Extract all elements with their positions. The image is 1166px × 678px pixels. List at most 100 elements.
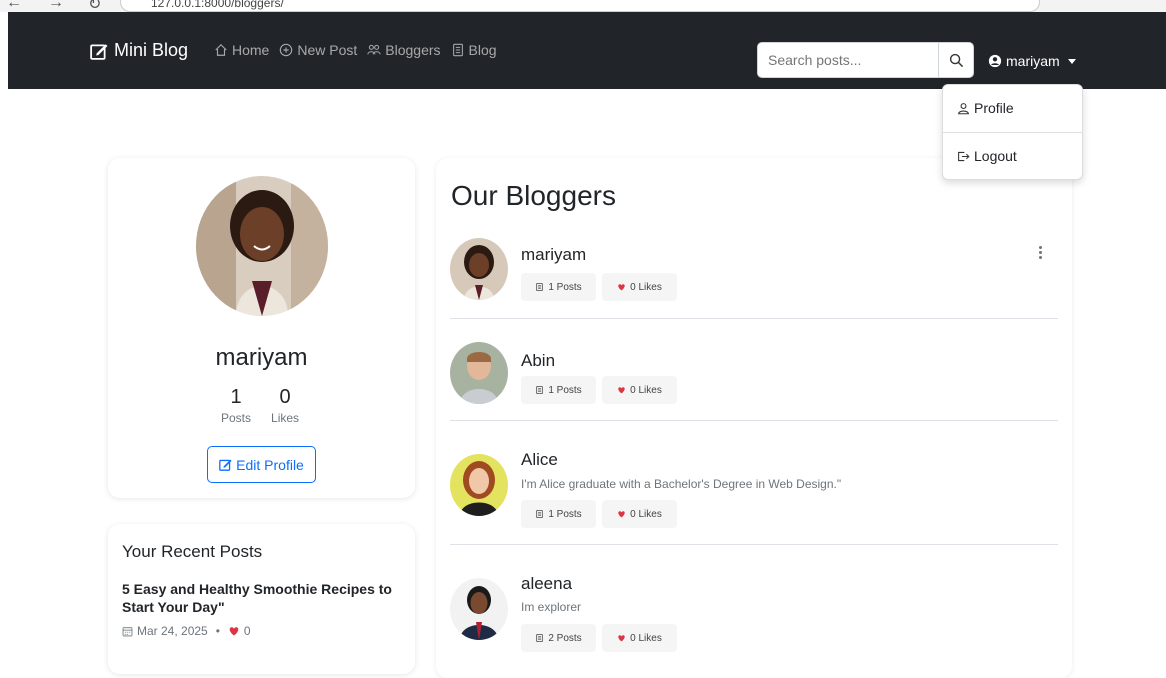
heart-icon (618, 284, 625, 291)
nav-links: Home New Post Bloggers Blog (214, 42, 497, 58)
plus-circle-icon (280, 43, 293, 57)
search-form (757, 42, 974, 78)
blogger-name[interactable]: Alice (521, 450, 558, 470)
posts-badge: 2 Posts (521, 624, 596, 652)
nav-home-label: Home (232, 42, 270, 58)
brand-label: Mini Blog (114, 40, 189, 60)
pencil-square-icon (219, 459, 232, 471)
stat-posts: 1 Posts (221, 384, 251, 426)
likes-label: Likes (271, 411, 300, 425)
nav-new-post[interactable]: New Post (279, 42, 357, 58)
dropdown-logout-label: Logout (974, 148, 1017, 164)
blogger-name[interactable]: aleena (521, 574, 572, 594)
journal-icon (536, 385, 544, 395)
posts-badge-label: 1 Posts (548, 508, 582, 520)
likes-badge-label: 0 Likes (630, 281, 662, 293)
address-bar[interactable]: 127.0.0.1:8000/bloggers/ (120, 0, 1040, 12)
recent-posts-card: Your Recent Posts 5 Easy and Healthy Smo… (108, 524, 415, 674)
blogger-item[interactable]: Abin 1 Posts 0 Likes (450, 342, 1058, 422)
blogger-name[interactable]: mariyam (521, 245, 586, 265)
profile-stats: 1 Posts 0 Likes (221, 384, 299, 426)
blogger-item[interactable]: Alice I'm Alice graduate with a Bachelor… (450, 448, 1058, 538)
nav-blog[interactable]: Blog (451, 42, 497, 58)
blogger-avatar (450, 578, 508, 640)
likes-count: 0 (279, 386, 291, 408)
kebab-menu-icon[interactable] (1039, 246, 1042, 259)
likes-badge-label: 0 Likes (630, 384, 662, 396)
blogger-bio: I'm Alice graduate with a Bachelor's Deg… (521, 477, 842, 491)
journal-icon (452, 43, 463, 57)
back-icon[interactable]: ← (6, 0, 22, 12)
nav-bloggers[interactable]: Bloggers (367, 42, 441, 58)
recent-post-meta: Mar 24, 2025 • 0 (122, 624, 251, 638)
blogger-avatar (450, 342, 508, 404)
house-icon (215, 43, 227, 56)
dropdown-divider (943, 132, 1082, 133)
people-icon (367, 44, 381, 55)
journal-icon (536, 282, 544, 292)
caret-down-icon (1067, 58, 1076, 64)
blogger-avatar (450, 238, 508, 300)
blogger-divider (450, 318, 1058, 319)
profile-name: mariyam (215, 344, 308, 371)
browser-toolbar: ← → ↻ 127.0.0.1:8000/bloggers/ (0, 0, 1166, 12)
likes-badge-label: 0 Likes (630, 508, 662, 520)
nav-new-post-label: New Post (297, 42, 358, 58)
profile-card: mariyam 1 Posts 0 Likes Edit Profile (108, 158, 415, 498)
blogger-divider (450, 544, 1058, 545)
heart-icon (618, 387, 625, 394)
person-circle-icon (988, 54, 1002, 68)
likes-badge: 0 Likes (602, 376, 677, 404)
posts-badge-label: 1 Posts (548, 384, 582, 396)
nav-home[interactable]: Home (214, 42, 269, 58)
recent-post-link[interactable]: 5 Easy and Healthy Smoothie Recipes to S… (122, 580, 402, 616)
blogger-item[interactable]: aleena Im explorer 2 Posts 0 Likes (450, 572, 1058, 662)
person-icon (958, 102, 969, 114)
dropdown-profile-label: Profile (974, 100, 1014, 116)
heart-icon (229, 627, 239, 636)
blogger-name[interactable]: Abin (521, 351, 555, 371)
heart-icon (618, 635, 625, 642)
blogger-avatar (450, 454, 508, 516)
recent-post-likes: 0 (243, 624, 251, 638)
pencil-square-icon (90, 43, 108, 60)
dropdown-item-logout[interactable]: Logout (957, 148, 1017, 164)
navbar: Mini Blog Home New Post Bloggers Blog ma… (8, 12, 1166, 89)
refresh-icon[interactable]: ↻ (88, 0, 101, 12)
likes-badge: 0 Likes (602, 273, 677, 301)
journal-icon (536, 509, 544, 519)
nav-bloggers-label: Bloggers (385, 42, 441, 58)
blogger-bio: Im explorer (521, 600, 582, 614)
blogger-divider (450, 420, 1058, 421)
bloggers-card: Our Bloggers mariyam 1 Posts 0 Likes Abi… (436, 158, 1072, 678)
blogger-item[interactable]: mariyam 1 Posts 0 Likes (450, 238, 1058, 318)
edit-profile-button[interactable]: Edit Profile (207, 446, 316, 483)
search-button[interactable] (939, 42, 974, 78)
recent-post-date: Mar 24, 2025 (137, 624, 208, 638)
posts-badge-label: 2 Posts (548, 632, 582, 644)
search-input[interactable] (757, 42, 939, 78)
meta-separator: • (215, 624, 220, 638)
nav-blog-label: Blog (468, 42, 497, 58)
brand-link[interactable]: Mini Blog (90, 40, 188, 61)
stat-likes: 0 Likes (271, 384, 299, 426)
user-menu-toggle[interactable]: mariyam (988, 53, 1076, 69)
dropdown-item-profile[interactable]: Profile (957, 100, 1014, 116)
posts-label: Posts (221, 411, 252, 425)
user-menu-label: mariyam (1006, 53, 1060, 69)
posts-count: 1 (230, 386, 242, 408)
posts-badge: 1 Posts (521, 273, 596, 301)
calendar-icon (122, 626, 133, 636)
edit-profile-label: Edit Profile (236, 456, 304, 473)
bloggers-title: Our Bloggers (451, 180, 616, 211)
likes-badge: 0 Likes (602, 500, 677, 528)
journal-icon (536, 633, 544, 643)
heart-icon (618, 511, 625, 518)
box-arrow-right-icon (958, 151, 970, 161)
search-icon (949, 53, 963, 67)
forward-icon[interactable]: → (48, 0, 64, 12)
likes-badge: 0 Likes (602, 624, 677, 652)
profile-avatar (196, 176, 328, 316)
posts-badge: 1 Posts (521, 500, 596, 528)
posts-badge-label: 1 Posts (548, 281, 582, 293)
